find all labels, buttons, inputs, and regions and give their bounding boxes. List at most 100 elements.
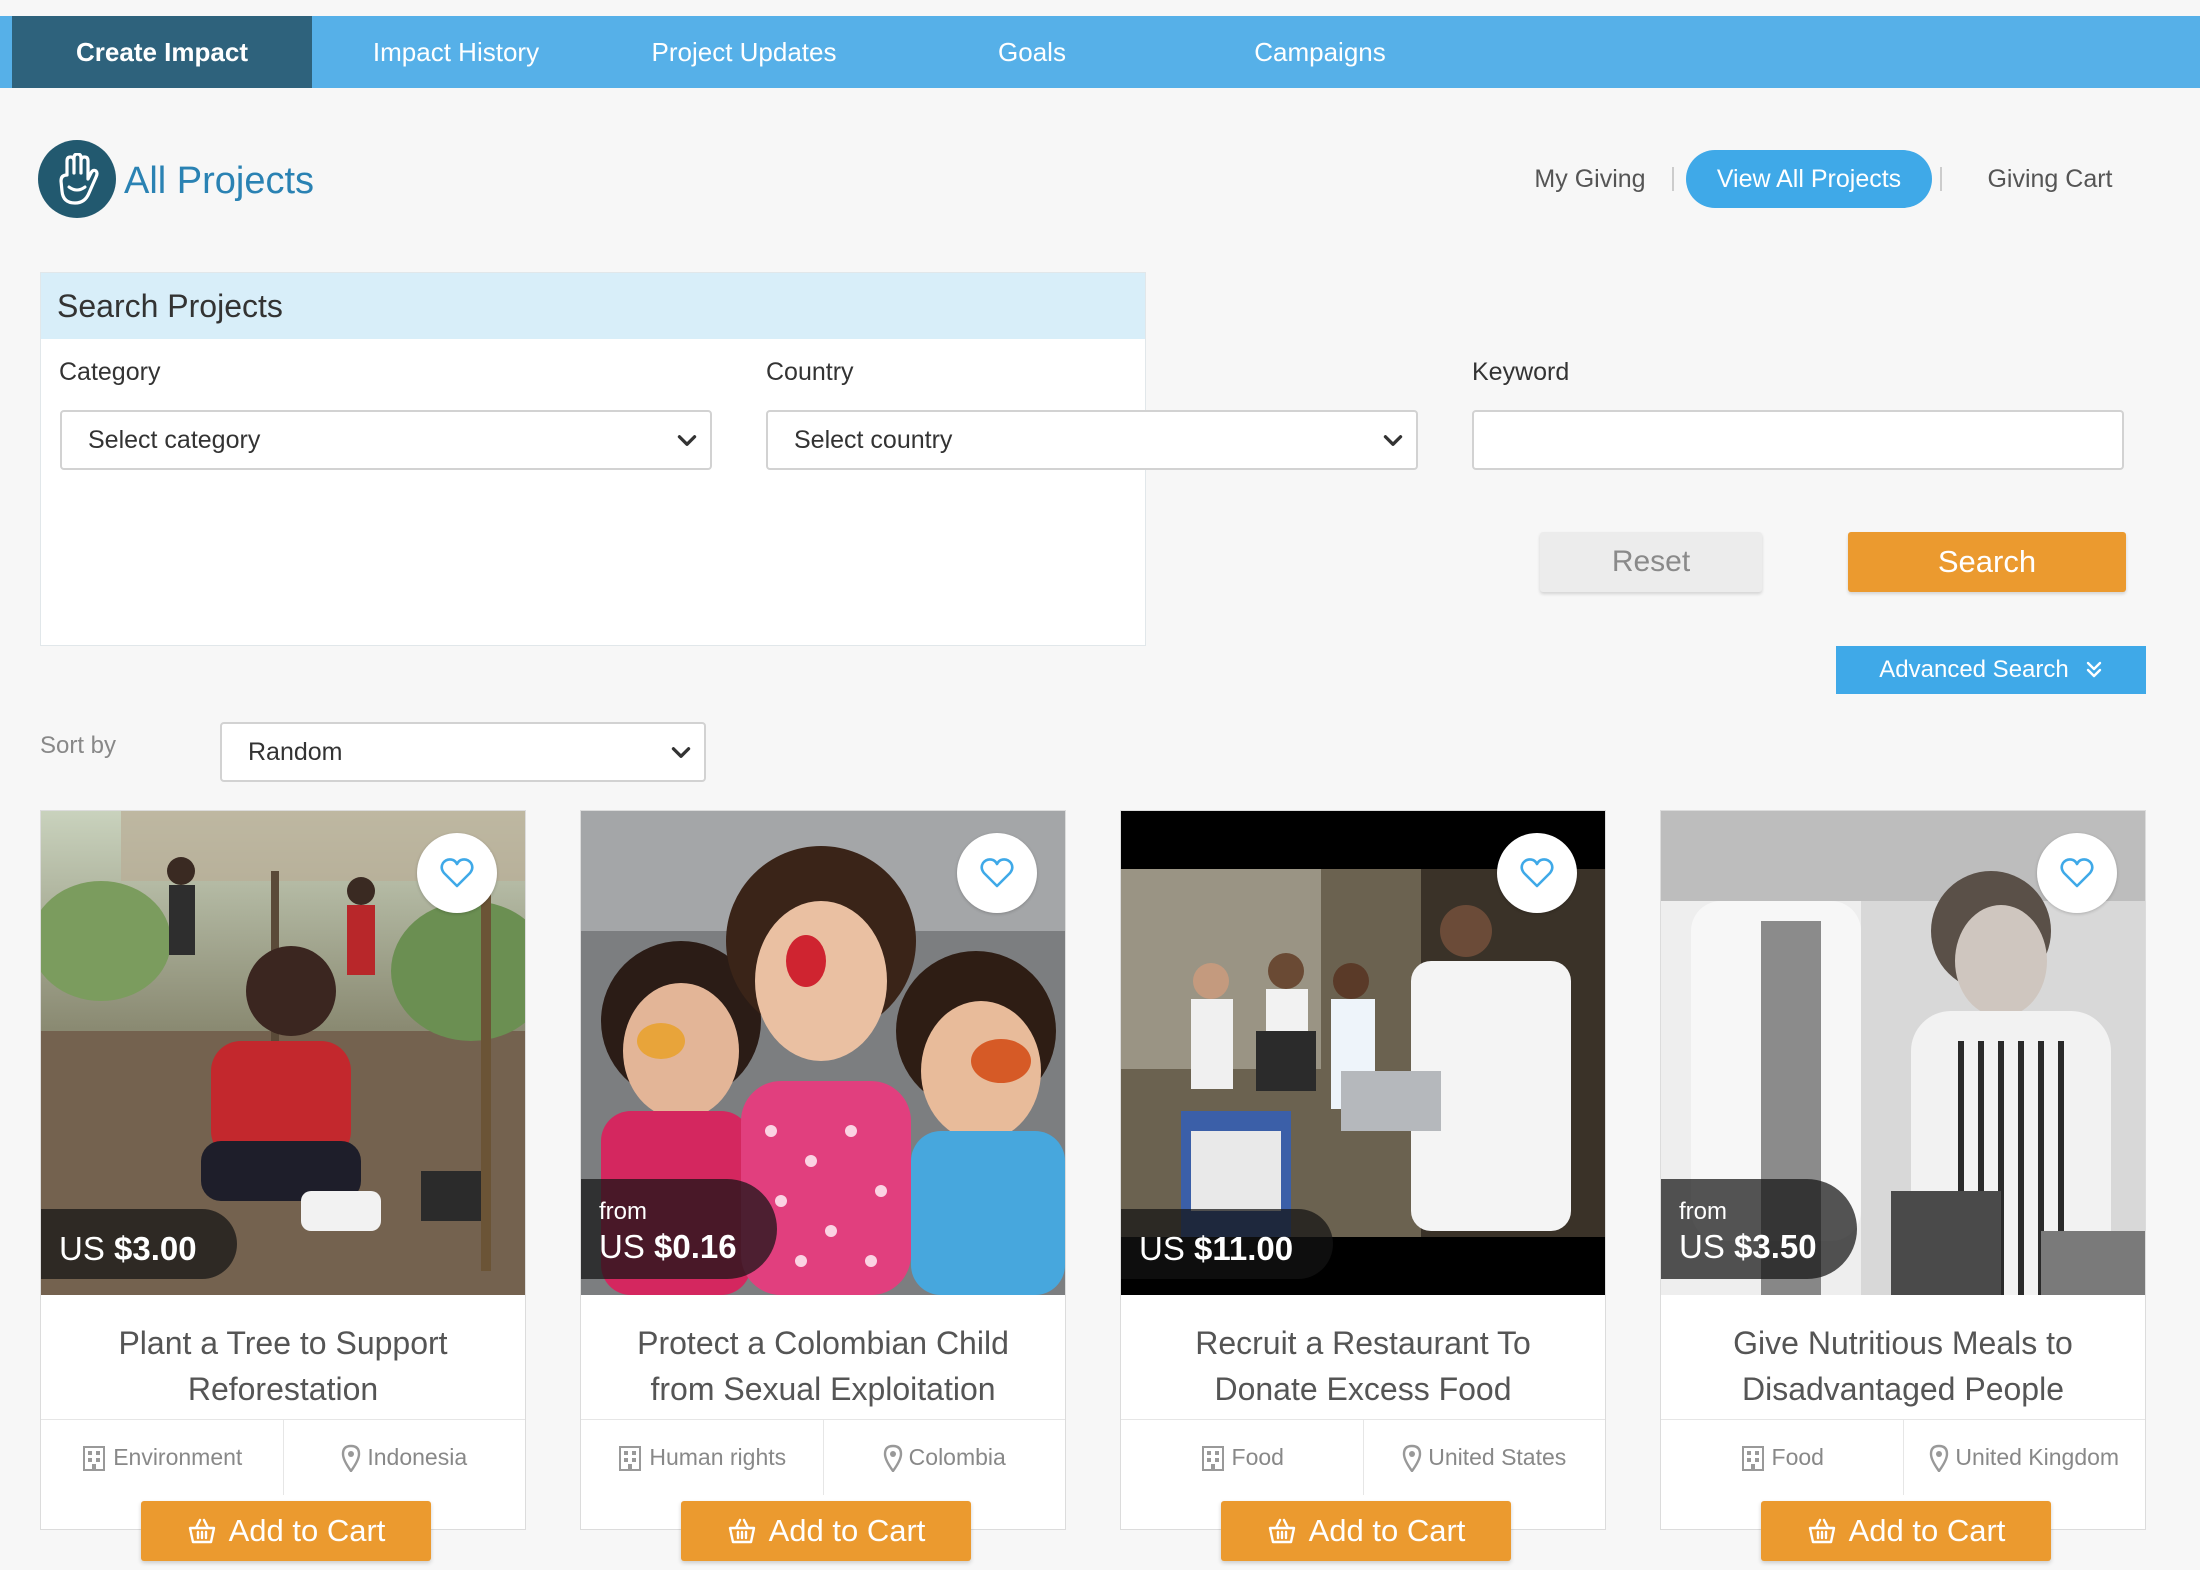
project-meta: Food United Kingdom [1661,1419,2145,1495]
sub-nav: My Giving View All Projects Giving Cart [1500,150,2200,208]
building-icon [619,1445,642,1471]
add-to-cart-button[interactable]: Add to Cart [681,1501,971,1561]
project-category: Food [1661,1420,1903,1495]
project-country-label: United States [1428,1444,1567,1470]
keyword-input[interactable] [1472,410,2124,470]
map-pin-icon [1930,1444,1949,1472]
project-card[interactable]: from US $3.50 Give Nutritious Meals to D… [1660,810,2146,1561]
project-card[interactable]: US $11.00 Recruit a Restaurant To Donate… [1120,810,1606,1561]
price-currency: US [599,1228,645,1265]
double-chevron-down-icon [2086,661,2101,678]
category-select[interactable]: Select category [60,410,712,470]
project-image[interactable]: from US $3.50 [1661,811,2145,1295]
advanced-search-label: Advanced Search [1879,656,2069,683]
add-to-cart-button[interactable]: Add to Cart [1221,1501,1511,1561]
country-label: Country [766,358,854,386]
hand-logo-icon [38,140,116,218]
add-to-cart-button[interactable]: Add to Cart [1761,1501,2051,1561]
map-pin-icon [1403,1444,1422,1472]
project-category-label: Food [1771,1444,1824,1470]
project-meta: Human rights Colombia [581,1419,1065,1495]
map-pin-icon [883,1444,902,1472]
price-line: US $0.16 [599,1227,737,1267]
basket-icon [728,1518,755,1544]
price-line: US $3.00 [59,1229,197,1269]
price-line: US $3.50 [1679,1227,1817,1267]
project-category-label: Food [1231,1444,1284,1470]
add-to-cart-label: Add to Cart [1848,1513,2006,1548]
sort-label: Sort by [40,732,117,759]
favorite-button[interactable] [1497,833,1577,913]
top-margin [0,0,2200,16]
subnav-divider [1940,167,1942,191]
chevron-down-icon [671,747,691,758]
project-meta: Environment Indonesia [41,1419,525,1495]
basket-icon [1808,1518,1835,1544]
add-to-cart-label: Add to Cart [228,1513,386,1548]
heart-icon [440,858,474,888]
sort-select-value: Random [248,737,343,766]
project-category: Food [1121,1420,1363,1495]
reset-button[interactable]: Reset [1540,532,1762,592]
price-amount: $3.50 [1734,1228,1817,1265]
add-to-cart-label: Add to Cart [768,1513,926,1548]
price-from: from [1679,1198,1727,1225]
chevron-down-icon [677,435,697,446]
tab-create-impact[interactable]: Create Impact [12,16,312,88]
my-giving-link[interactable]: My Giving [1500,150,1680,208]
keyword-label: Keyword [1472,358,1570,386]
building-icon [1201,1445,1224,1471]
tab-goals[interactable]: Goals [888,16,1176,88]
project-title[interactable]: Recruit a Restaurant To Donate Excess Fo… [1121,1311,1605,1421]
building-icon [83,1445,106,1471]
sort-select[interactable]: Random [220,722,706,782]
project-meta: Food United States [1121,1419,1605,1495]
project-country: United States [1362,1420,1606,1495]
project-country: Colombia [822,1420,1066,1495]
search-button[interactable]: Search [1848,532,2126,592]
project-category: Human rights [581,1420,823,1495]
price-amount: $3.00 [114,1230,197,1267]
price-from: from [599,1198,647,1225]
project-card[interactable]: US $3.00 Plant a Tree to Support Refores… [40,810,526,1561]
price-tag: from US $0.16 [581,1179,777,1279]
project-category-label: Human rights [649,1444,787,1470]
project-image[interactable]: US $11.00 [1121,811,1605,1295]
price-currency: US [1139,1230,1185,1267]
price-amount: $11.00 [1194,1230,1294,1267]
heart-icon [1520,858,1554,888]
project-country: Indonesia [282,1420,526,1495]
add-to-cart-button[interactable]: Add to Cart [141,1501,431,1561]
top-nav: Create Impact Impact History Project Upd… [0,16,2200,88]
price-line: US $11.00 [1139,1229,1293,1269]
chevron-down-icon [1383,435,1403,446]
project-title[interactable]: Give Nutritious Meals to Disadvantaged P… [1661,1311,2145,1421]
project-category: Environment [41,1420,283,1495]
advanced-search-button[interactable]: Advanced Search [1836,646,2146,694]
tab-project-updates[interactable]: Project Updates [600,16,888,88]
favorite-button[interactable] [957,833,1037,913]
country-select[interactable]: Select country [766,410,1418,470]
project-image[interactable]: from US $0.16 [581,811,1065,1295]
favorite-button[interactable] [417,833,497,913]
project-country-label: Indonesia [367,1444,468,1470]
category-label: Category [59,358,161,386]
map-pin-icon [342,1444,361,1472]
page-title: All Projects [124,160,315,202]
project-category-label: Environment [113,1444,243,1470]
project-card[interactable]: from US $0.16 Protect a Colombian Child … [580,810,1066,1561]
price-amount: $0.16 [654,1228,737,1265]
heart-icon [2060,858,2094,888]
project-image[interactable]: US $3.00 [41,811,525,1295]
tab-impact-history[interactable]: Impact History [312,16,600,88]
price-currency: US [1679,1228,1725,1265]
view-all-projects-button[interactable]: View All Projects [1686,150,1932,208]
country-select-value: Select country [794,425,953,454]
price-tag: US $3.00 [41,1209,237,1279]
project-title[interactable]: Protect a Colombian Child from Sexual Ex… [581,1311,1065,1421]
category-select-value: Select category [88,425,261,454]
giving-cart-link[interactable]: Giving Cart [1960,150,2140,208]
tab-campaigns[interactable]: Campaigns [1176,16,1464,88]
project-title[interactable]: Plant a Tree to Support Reforestation [41,1311,525,1421]
favorite-button[interactable] [2037,833,2117,913]
